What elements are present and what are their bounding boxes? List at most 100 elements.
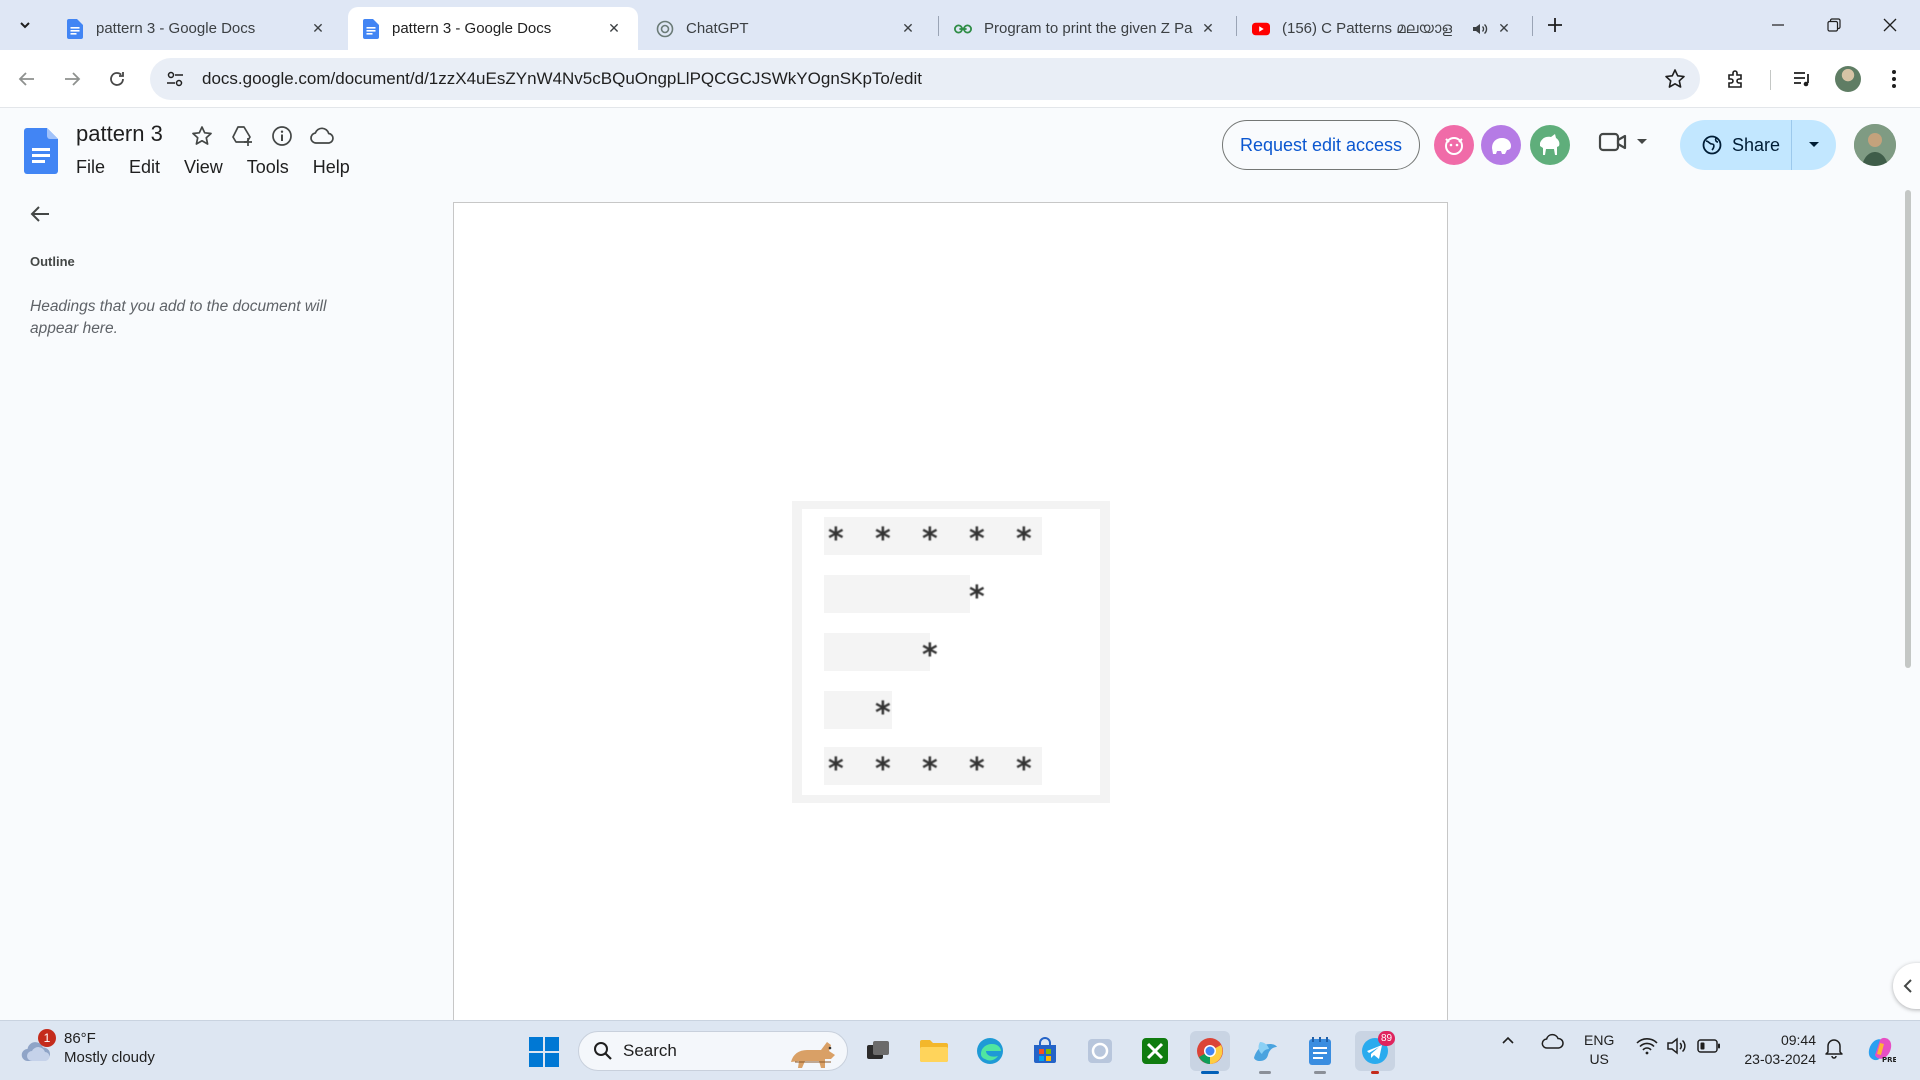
minimize-button[interactable] — [1750, 0, 1806, 50]
meet-call-button[interactable] — [1598, 130, 1648, 154]
chevron-up-icon — [1502, 1036, 1514, 1044]
taskbar-task-view[interactable] — [858, 1031, 898, 1071]
close-icon[interactable]: ✕ — [604, 19, 624, 39]
tab-search-button[interactable] — [8, 9, 42, 41]
task-view-icon — [867, 1041, 889, 1059]
browser-tab-1[interactable]: pattern 3 - Google Docs ✕ — [52, 7, 342, 50]
cloud-saved-icon[interactable] — [308, 123, 336, 149]
taskbar-app-generic[interactable] — [1080, 1031, 1120, 1071]
taskbar-telegram[interactable]: 89 — [1355, 1031, 1395, 1074]
address-bar[interactable]: docs.google.com/document/d/1zzX4uEsZYnW4… — [150, 58, 1700, 100]
site-info-icon[interactable] — [154, 71, 196, 87]
taskbar-notepad[interactable] — [1300, 1031, 1340, 1074]
close-icon[interactable]: ✕ — [1494, 19, 1514, 39]
restore-button[interactable] — [1806, 0, 1862, 50]
copilot-button[interactable]: PRE — [1864, 1033, 1896, 1065]
taskbar-clock[interactable]: 09:44 23-03-2024 — [1736, 1031, 1816, 1069]
running-indicator — [1371, 1071, 1379, 1074]
onedrive-tray-icon[interactable] — [1541, 1033, 1565, 1051]
new-tab-button[interactable] — [1540, 11, 1570, 39]
bell-icon — [1825, 1039, 1843, 1059]
show-hidden-icons-button[interactable] — [1500, 1033, 1516, 1049]
anonymous-animal-icon — [1492, 138, 1511, 154]
anonymous-viewer-avatar[interactable] — [1434, 125, 1474, 165]
tab-title: pattern 3 - Google Docs — [392, 20, 552, 37]
network-tray-icon[interactable] — [1636, 1037, 1658, 1055]
battery-icon — [1697, 1039, 1720, 1053]
close-icon[interactable]: ✕ — [1198, 19, 1218, 39]
battery-tray-icon[interactable] — [1697, 1039, 1721, 1053]
menu-tools[interactable]: Tools — [235, 155, 301, 180]
google-docs-icon — [362, 18, 380, 39]
info-icon[interactable] — [268, 123, 296, 149]
taskbar-microsoft-store[interactable] — [1025, 1031, 1065, 1071]
notifications-button[interactable] — [1824, 1037, 1844, 1059]
store-icon — [1034, 1037, 1056, 1063]
share-dropdown-button[interactable] — [1792, 120, 1836, 170]
menu-file[interactable]: File — [64, 155, 117, 180]
bookmark-star-icon[interactable] — [1664, 68, 1686, 95]
request-edit-access-button[interactable]: Request edit access — [1222, 120, 1420, 170]
taskbar-file-explorer[interactable] — [914, 1031, 954, 1071]
document-title[interactable]: pattern 3 — [76, 121, 163, 147]
wifi-icon — [1636, 1038, 1658, 1055]
menu-view[interactable]: View — [172, 155, 235, 180]
reload-button[interactable] — [100, 62, 134, 96]
browser-tab-5[interactable]: (156) C Patterns മലയാള ✕ — [1238, 7, 1528, 50]
taskbar-search[interactable]: Search — [578, 1031, 848, 1071]
running-indicator — [1314, 1071, 1326, 1074]
taskbar-chrome[interactable] — [1190, 1031, 1230, 1074]
svg-text:PRE: PRE — [1882, 1056, 1896, 1064]
close-icon[interactable]: ✕ — [308, 19, 328, 39]
browser-menu-button[interactable] — [1878, 63, 1910, 95]
media-control-button[interactable] — [1786, 63, 1818, 95]
profile-avatar-button[interactable] — [1832, 63, 1864, 95]
browser-tab-2-active[interactable]: pattern 3 - Google Docs ✕ — [348, 7, 638, 50]
forward-button[interactable] — [55, 62, 89, 96]
pattern-image[interactable]: * * * * * * * * * * * * * — [792, 501, 1110, 803]
edge-icon — [977, 1038, 1003, 1064]
tab-title: pattern 3 - Google Docs — [96, 20, 256, 37]
document-scrollbar[interactable] — [1905, 190, 1911, 668]
anonymous-viewer-avatar[interactable] — [1481, 125, 1521, 165]
browser-tab-3[interactable]: ChatGPT ✕ — [642, 7, 932, 50]
photos-icon — [1254, 1042, 1277, 1061]
browser-toolbar: docs.google.com/document/d/1zzX4uEsZYnW4… — [0, 50, 1920, 108]
input-language-indicator[interactable]: ENG US — [1584, 1031, 1614, 1069]
close-window-button[interactable] — [1862, 0, 1918, 50]
url-text[interactable]: docs.google.com/document/d/1zzX4uEsZYnW4… — [202, 69, 922, 89]
more-vert-icon — [1892, 70, 1896, 88]
start-button[interactable] — [529, 1037, 559, 1072]
google-docs-logo-icon[interactable] — [24, 128, 58, 179]
anonymous-animal-icon — [1445, 137, 1463, 155]
tab-title: Program to print the given Z Pa — [984, 20, 1193, 37]
account-avatar[interactable] — [1854, 124, 1896, 166]
taskbar-photos[interactable] — [1245, 1031, 1285, 1074]
pattern-star: * — [828, 522, 844, 557]
taskbar-edge[interactable] — [970, 1031, 1010, 1071]
share-button-group: Share — [1680, 120, 1836, 170]
volume-tray-icon[interactable] — [1666, 1037, 1688, 1055]
show-side-panel-button[interactable] — [1893, 963, 1920, 1009]
document-page[interactable]: * * * * * * * * * * * * * — [453, 202, 1448, 1032]
weather-widget[interactable]: 1 86°F Mostly cloudy — [20, 1029, 155, 1067]
menu-help[interactable]: Help — [301, 155, 362, 180]
pattern-row: * — [824, 575, 985, 613]
speaker-icon[interactable] — [1472, 22, 1494, 36]
geeksforgeeks-icon — [954, 20, 972, 38]
back-button[interactable] — [10, 62, 44, 96]
share-button[interactable]: Share — [1680, 120, 1792, 170]
pattern-star: * — [922, 638, 938, 673]
browser-tab-4[interactable]: Program to print the given Z Pa ✕ — [940, 7, 1232, 50]
menu-edit[interactable]: Edit — [117, 155, 172, 180]
weather-temperature: 86°F — [64, 1030, 96, 1047]
music-queue-icon — [1794, 72, 1809, 87]
close-icon[interactable]: ✕ — [898, 19, 918, 39]
extensions-button[interactable] — [1720, 63, 1752, 95]
add-to-drive-icon[interactable] — [228, 123, 256, 149]
star-icon[interactable] — [188, 123, 216, 149]
tab-separator — [1532, 16, 1533, 36]
close-outline-button[interactable] — [28, 202, 52, 231]
anonymous-viewer-avatar[interactable] — [1530, 125, 1570, 165]
taskbar-xbox[interactable] — [1135, 1031, 1175, 1071]
